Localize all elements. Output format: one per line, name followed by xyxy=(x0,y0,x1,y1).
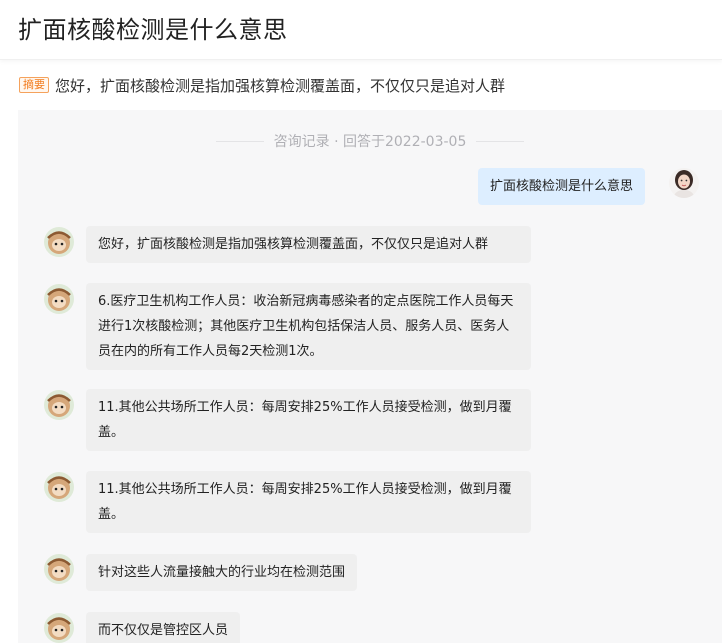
answer-bubble: 您好，扩面核酸检测是指加强核算检测覆盖面，不仅仅只是追对人群 xyxy=(86,226,531,263)
question-bubble: 扩面核酸检测是什么意思 xyxy=(478,168,646,205)
answer-bubble: 而不仅仅是管控区人员 xyxy=(86,612,241,643)
divider-left xyxy=(215,140,264,142)
summary-tag: 摘要 xyxy=(19,77,49,93)
answer-bubble: 6.医疗卫生机构工作人员：收治新冠病毒感染者的定点医院工作人员每天进行1次核酸检… xyxy=(86,283,531,370)
summary-row: 摘要 您好，扩面核酸检测是指加强核算检测覆盖面，不仅仅只是追对人群 xyxy=(19,73,709,97)
answer-bubble: 11.其他公共场所工作人员：每周安排25%工作人员接受检测，做到月覆盖。 xyxy=(86,389,531,451)
divider-right xyxy=(476,140,525,142)
answer-bubble: 针对这些人流量接触大的行业均在检测范围 xyxy=(86,554,358,591)
woman-avatar-icon xyxy=(669,168,699,198)
cartoon-avatar-icon xyxy=(44,554,74,584)
page-header: 扩面核酸检测是什么意思 xyxy=(0,0,722,60)
cartoon-avatar-icon xyxy=(44,613,74,643)
consultation-panel: 咨询记录 · 回答于2022-03-05 扩面核酸检测是什么意思 您好，扩面核酸… xyxy=(18,110,722,643)
cartoon-avatar-icon xyxy=(44,472,74,502)
answer-bubble: 11.其他公共场所工作人员：每周安排25%工作人员接受检测，做到月覆盖。 xyxy=(86,471,531,533)
summary-text: 您好，扩面核酸检测是指加强核算检测覆盖面，不仅仅只是追对人群 xyxy=(55,76,506,95)
record-label: 咨询记录 · 回答于2022-03-05 xyxy=(273,134,467,150)
page-title: 扩面核酸检测是什么意思 xyxy=(18,16,288,44)
consultation-record-header: 咨询记录 · 回答于2022-03-05 xyxy=(18,130,722,152)
cartoon-avatar-icon xyxy=(44,284,74,314)
cartoon-avatar-icon xyxy=(44,390,74,420)
cartoon-avatar-icon xyxy=(44,227,74,257)
